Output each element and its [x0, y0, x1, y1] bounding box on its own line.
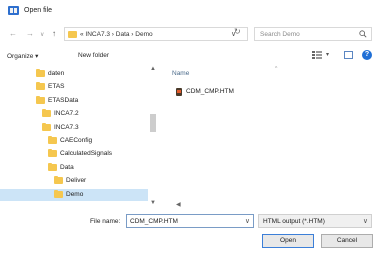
- sort-caret-icon: ^: [275, 66, 278, 72]
- tree-item[interactable]: CalculatedSignals: [0, 148, 148, 160]
- file-name-value: CDM_CMP.HTM: [130, 218, 178, 225]
- tree-item-label: Deliver: [66, 177, 87, 185]
- tree-item-label: ETAS: [48, 83, 65, 91]
- window-title: Open file: [24, 7, 53, 14]
- folder-icon: [42, 122, 51, 131]
- file-name: CDM_CMP.HTM: [186, 88, 234, 95]
- open-file-dialog: Open file ← → ∨ ↑ « INCA7.3 › Data › Dem…: [0, 0, 376, 253]
- folder-icon: [54, 176, 63, 185]
- tree-item[interactable]: daten: [0, 68, 148, 80]
- tree-item[interactable]: INCA7.3: [0, 122, 148, 134]
- tree-item[interactable]: Deliver: [0, 175, 148, 187]
- search-icon: [359, 30, 367, 38]
- html-file-icon: [176, 88, 182, 96]
- tree-item[interactable]: ETAS: [0, 81, 148, 93]
- tree-item-label: Data: [60, 163, 74, 171]
- folder-icon: [68, 31, 77, 38]
- toolbar: Organize ▾ New folder ▾ ?: [0, 48, 376, 64]
- scroll-up-icon[interactable]: ▲: [150, 66, 156, 72]
- tree-item-label: INCA7.2: [54, 110, 79, 118]
- chevron-down-icon[interactable]: ∨: [245, 217, 250, 225]
- new-folder-button[interactable]: New folder: [78, 52, 109, 59]
- title-bar: Open file: [0, 0, 376, 22]
- view-options-icon[interactable]: [312, 51, 322, 59]
- folder-icon: [48, 162, 57, 171]
- column-header-name[interactable]: Name: [172, 70, 189, 77]
- file-name-label: File name:: [90, 218, 121, 225]
- folder-icon: [48, 136, 57, 144]
- file-list: Name ^ CDM_CMP.HTM ◀: [160, 66, 376, 209]
- file-type-select[interactable]: HTML output (*.HTM) ∨: [258, 214, 372, 228]
- nav-scrollbar[interactable]: ▲ ▼: [148, 66, 158, 209]
- folder-icon: [54, 189, 63, 198]
- tree-item-label: Demo: [66, 190, 84, 198]
- back-arrow-icon[interactable]: ←: [9, 30, 17, 38]
- search-input[interactable]: Search Demo: [254, 27, 372, 41]
- folder-icon: [36, 95, 45, 104]
- up-arrow-icon[interactable]: ↑: [52, 30, 56, 38]
- address-path: « INCA7.3 › Data › Demo: [80, 31, 153, 38]
- app-icon: [8, 6, 19, 15]
- file-type-value: HTML output (*.HTM): [263, 218, 325, 225]
- tree-item[interactable]: ETASData: [0, 95, 148, 107]
- tree-item[interactable]: CAEConfig: [0, 135, 148, 147]
- folder-icon: [36, 82, 45, 91]
- tree-item-label: CAEConfig: [60, 137, 93, 144]
- folder-icon: [42, 109, 51, 118]
- file-item[interactable]: CDM_CMP.HTM: [170, 86, 290, 97]
- tree-item[interactable]: INCA7.2: [0, 108, 148, 120]
- tree-item-label: CalculatedSignals: [60, 150, 113, 158]
- forward-arrow-icon[interactable]: →: [26, 30, 34, 38]
- scroll-left-icon[interactable]: ◀: [176, 201, 181, 208]
- open-button[interactable]: Open: [262, 234, 314, 248]
- folder-icon: [36, 69, 45, 77]
- preview-pane-icon[interactable]: [344, 51, 353, 59]
- tree-item-label: daten: [48, 70, 65, 77]
- scroll-down-icon[interactable]: ▼: [150, 200, 156, 206]
- cancel-button[interactable]: Cancel: [321, 234, 373, 248]
- tree-item-label: ETASData: [48, 96, 79, 104]
- folder-icon: [48, 149, 57, 158]
- search-placeholder: Search Demo: [260, 31, 300, 38]
- refresh-icon[interactable]: ↻: [234, 27, 241, 36]
- scrollbar-thumb[interactable]: [150, 114, 156, 132]
- tree-item-label: INCA7.3: [54, 123, 79, 131]
- view-dropdown-icon[interactable]: ▾: [326, 51, 329, 58]
- navigation-pane: daten ETAS ETASData INCA7.2 INCA7.3 CAEConfig…: [0, 66, 160, 209]
- file-name-field[interactable]: CDM_CMP.HTM ∨: [126, 214, 254, 228]
- chevron-down-icon[interactable]: ∨: [40, 31, 44, 39]
- organize-button[interactable]: Organize ▾: [7, 52, 38, 60]
- address-bar[interactable]: « INCA7.3 › Data › Demo ∨: [64, 27, 248, 41]
- tree-item[interactable]: Data: [0, 162, 148, 174]
- help-icon[interactable]: ?: [362, 50, 372, 60]
- chevron-down-icon[interactable]: ∨: [363, 217, 368, 225]
- tree-item[interactable]: Demo: [0, 188, 148, 201]
